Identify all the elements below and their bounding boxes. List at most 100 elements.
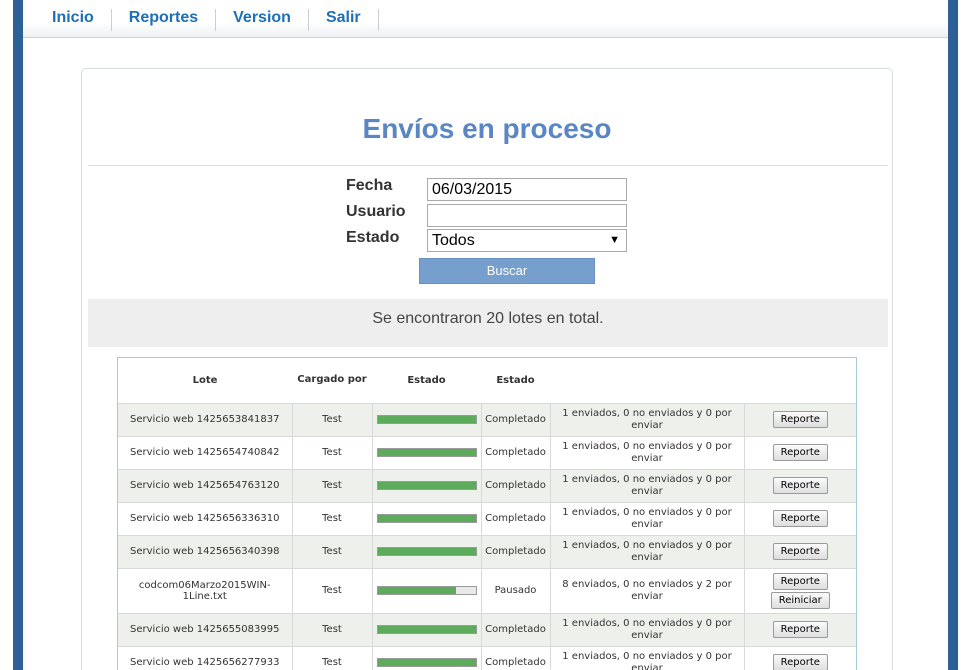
header-lote: Lote bbox=[118, 358, 292, 403]
progress-bar bbox=[376, 625, 477, 634]
progress-bar-fill bbox=[377, 449, 476, 456]
cell-cargado-por: Test bbox=[292, 534, 373, 568]
cell-cargado-por: Test bbox=[292, 468, 373, 502]
fecha-input[interactable]: 06/03/2015 bbox=[427, 178, 627, 201]
action-buttons: Reporte bbox=[747, 444, 855, 461]
cell-acciones: Reporte bbox=[744, 468, 856, 502]
cell-acciones: Reporte bbox=[744, 501, 856, 535]
estado-select-value: Todos bbox=[432, 232, 475, 249]
action-buttons: Reporte bbox=[747, 654, 855, 670]
cell-estado: Completado bbox=[481, 501, 551, 535]
main-panel: Envíos en proceso Fecha 06/03/2015 Usuar… bbox=[81, 68, 893, 670]
usuario-input[interactable] bbox=[427, 204, 627, 227]
table-row: Servicio web 1425653841837 Test Completado… bbox=[118, 402, 856, 436]
progress-bar bbox=[376, 547, 477, 556]
cell-cargado-por: Test bbox=[292, 435, 373, 469]
nav-version[interactable]: Version bbox=[216, 9, 309, 31]
usuario-label: Usuario bbox=[346, 203, 406, 220]
fecha-label: Fecha bbox=[346, 177, 393, 194]
cell-lote: Servicio web 1425656340398 bbox=[118, 534, 293, 568]
cell-lote: Servicio web 1425654763120 bbox=[118, 468, 293, 502]
search-button[interactable]: Buscar bbox=[419, 258, 595, 284]
cell-progress bbox=[372, 468, 482, 502]
header-cargado-por: Cargado por bbox=[292, 358, 372, 403]
cell-cargado-por: Test bbox=[292, 501, 373, 535]
header-acciones bbox=[744, 358, 856, 403]
cell-enviados: 1 enviados, 0 no enviados y 0 por enviar bbox=[550, 468, 745, 502]
cell-enviados: 1 enviados, 0 no enviados y 0 por enviar bbox=[550, 534, 745, 568]
title-divider bbox=[88, 165, 888, 166]
cell-estado: Completado bbox=[481, 435, 551, 469]
progress-bar-fill bbox=[377, 515, 476, 522]
reporte-button[interactable]: Reporte bbox=[772, 477, 828, 494]
action-buttons: Reporte bbox=[747, 621, 855, 638]
cell-acciones: Reporte bbox=[744, 645, 856, 670]
table-row: Servicio web 1425656336310 Test Completado… bbox=[118, 501, 856, 535]
table-row: Servicio web 1425654763120 Test Completado… bbox=[118, 468, 856, 502]
cell-enviados: 8 enviados, 0 no enviados y 2 por enviar bbox=[550, 567, 745, 613]
progress-bar bbox=[376, 658, 477, 668]
table-row: Servicio web 1425656277933 Test Completado… bbox=[118, 645, 856, 670]
table-row: Servicio web 1425655083995 Test Completado… bbox=[118, 612, 856, 646]
page-container: Inicio Reportes Version Salir Envíos en … bbox=[23, 0, 948, 670]
action-buttons: Reporte Reiniciar bbox=[747, 572, 855, 609]
reporte-button[interactable]: Reporte bbox=[772, 621, 828, 638]
estado-select[interactable]: Todos ▼ bbox=[427, 229, 627, 252]
cell-lote: Servicio web 1425654740842 bbox=[118, 435, 293, 469]
progress-bar bbox=[376, 415, 477, 424]
lotes-table: Lote Cargado por Estado Estado Servicio … bbox=[118, 358, 856, 670]
action-buttons: Reporte bbox=[747, 510, 855, 527]
cell-acciones: Reporte bbox=[744, 435, 856, 469]
cell-cargado-por: Test bbox=[292, 612, 373, 646]
cell-estado: Completado bbox=[481, 645, 551, 670]
estado-label: Estado bbox=[346, 229, 400, 246]
cell-progress bbox=[372, 612, 482, 646]
reporte-button[interactable]: Reporte bbox=[772, 444, 828, 461]
lotes-table-body: Servicio web 1425653841837 Test Completado… bbox=[118, 402, 856, 670]
progress-bar bbox=[376, 586, 477, 595]
cell-cargado-por: Test bbox=[292, 645, 373, 670]
cell-enviados: 1 enviados, 0 no enviados y 0 por enviar bbox=[550, 435, 745, 469]
cell-lote: Servicio web 1425656336310 bbox=[118, 501, 293, 535]
progress-bar-fill bbox=[377, 482, 476, 489]
cell-cargado-por: Test bbox=[292, 567, 373, 613]
top-nav: Inicio Reportes Version Salir bbox=[23, 0, 948, 38]
page-title: Envíos en proceso bbox=[362, 113, 612, 144]
results-summary: Se encontraron 20 lotes en total. bbox=[88, 299, 888, 347]
reiniciar-button[interactable]: Reiniciar bbox=[770, 591, 830, 609]
nav-inicio[interactable]: Inicio bbox=[35, 9, 112, 31]
reporte-button[interactable]: Reporte bbox=[772, 411, 828, 428]
reporte-button[interactable]: Reporte bbox=[772, 510, 828, 527]
progress-bar-fill bbox=[377, 548, 476, 555]
progress-bar bbox=[376, 481, 477, 490]
reporte-button[interactable]: Reporte bbox=[772, 572, 828, 590]
table-row: Servicio web 1425656340398 Test Completado… bbox=[118, 534, 856, 568]
cell-estado: Pausado bbox=[481, 567, 551, 613]
header-estado-bar: Estado bbox=[372, 358, 481, 403]
progress-bar-fill bbox=[377, 626, 476, 633]
reporte-button[interactable]: Reporte bbox=[772, 543, 828, 560]
action-buttons: Reporte bbox=[747, 477, 855, 494]
cell-progress bbox=[372, 567, 482, 613]
cell-acciones: Reporte bbox=[744, 612, 856, 646]
lotes-table-container: Lote Cargado por Estado Estado Servicio … bbox=[117, 357, 857, 670]
cell-cargado-por: Test bbox=[292, 402, 373, 436]
cell-lote: Servicio web 1425653841837 bbox=[118, 402, 293, 436]
cell-estado: Completado bbox=[481, 534, 551, 568]
cell-enviados: 1 enviados, 0 no enviados y 0 por enviar bbox=[550, 645, 745, 670]
nav-reportes[interactable]: Reportes bbox=[112, 9, 217, 31]
cell-estado: Completado bbox=[481, 468, 551, 502]
table-row: codcom06Marzo2015WIN-1Line.txt Test Pausad… bbox=[118, 567, 856, 613]
cell-progress bbox=[372, 645, 482, 670]
cell-progress bbox=[372, 435, 482, 469]
header-enviados bbox=[550, 358, 744, 403]
dropdown-arrow-icon: ▼ bbox=[609, 234, 620, 246]
cell-enviados: 1 enviados, 0 no enviados y 0 por enviar bbox=[550, 612, 745, 646]
reporte-button[interactable]: Reporte bbox=[772, 654, 828, 670]
cell-acciones: Reporte Reiniciar bbox=[744, 567, 856, 613]
nav-salir[interactable]: Salir bbox=[309, 9, 379, 31]
progress-bar bbox=[376, 448, 477, 457]
cell-progress bbox=[372, 534, 482, 568]
left-frame-border bbox=[13, 0, 23, 670]
table-row: Servicio web 1425654740842 Test Completado… bbox=[118, 435, 856, 469]
